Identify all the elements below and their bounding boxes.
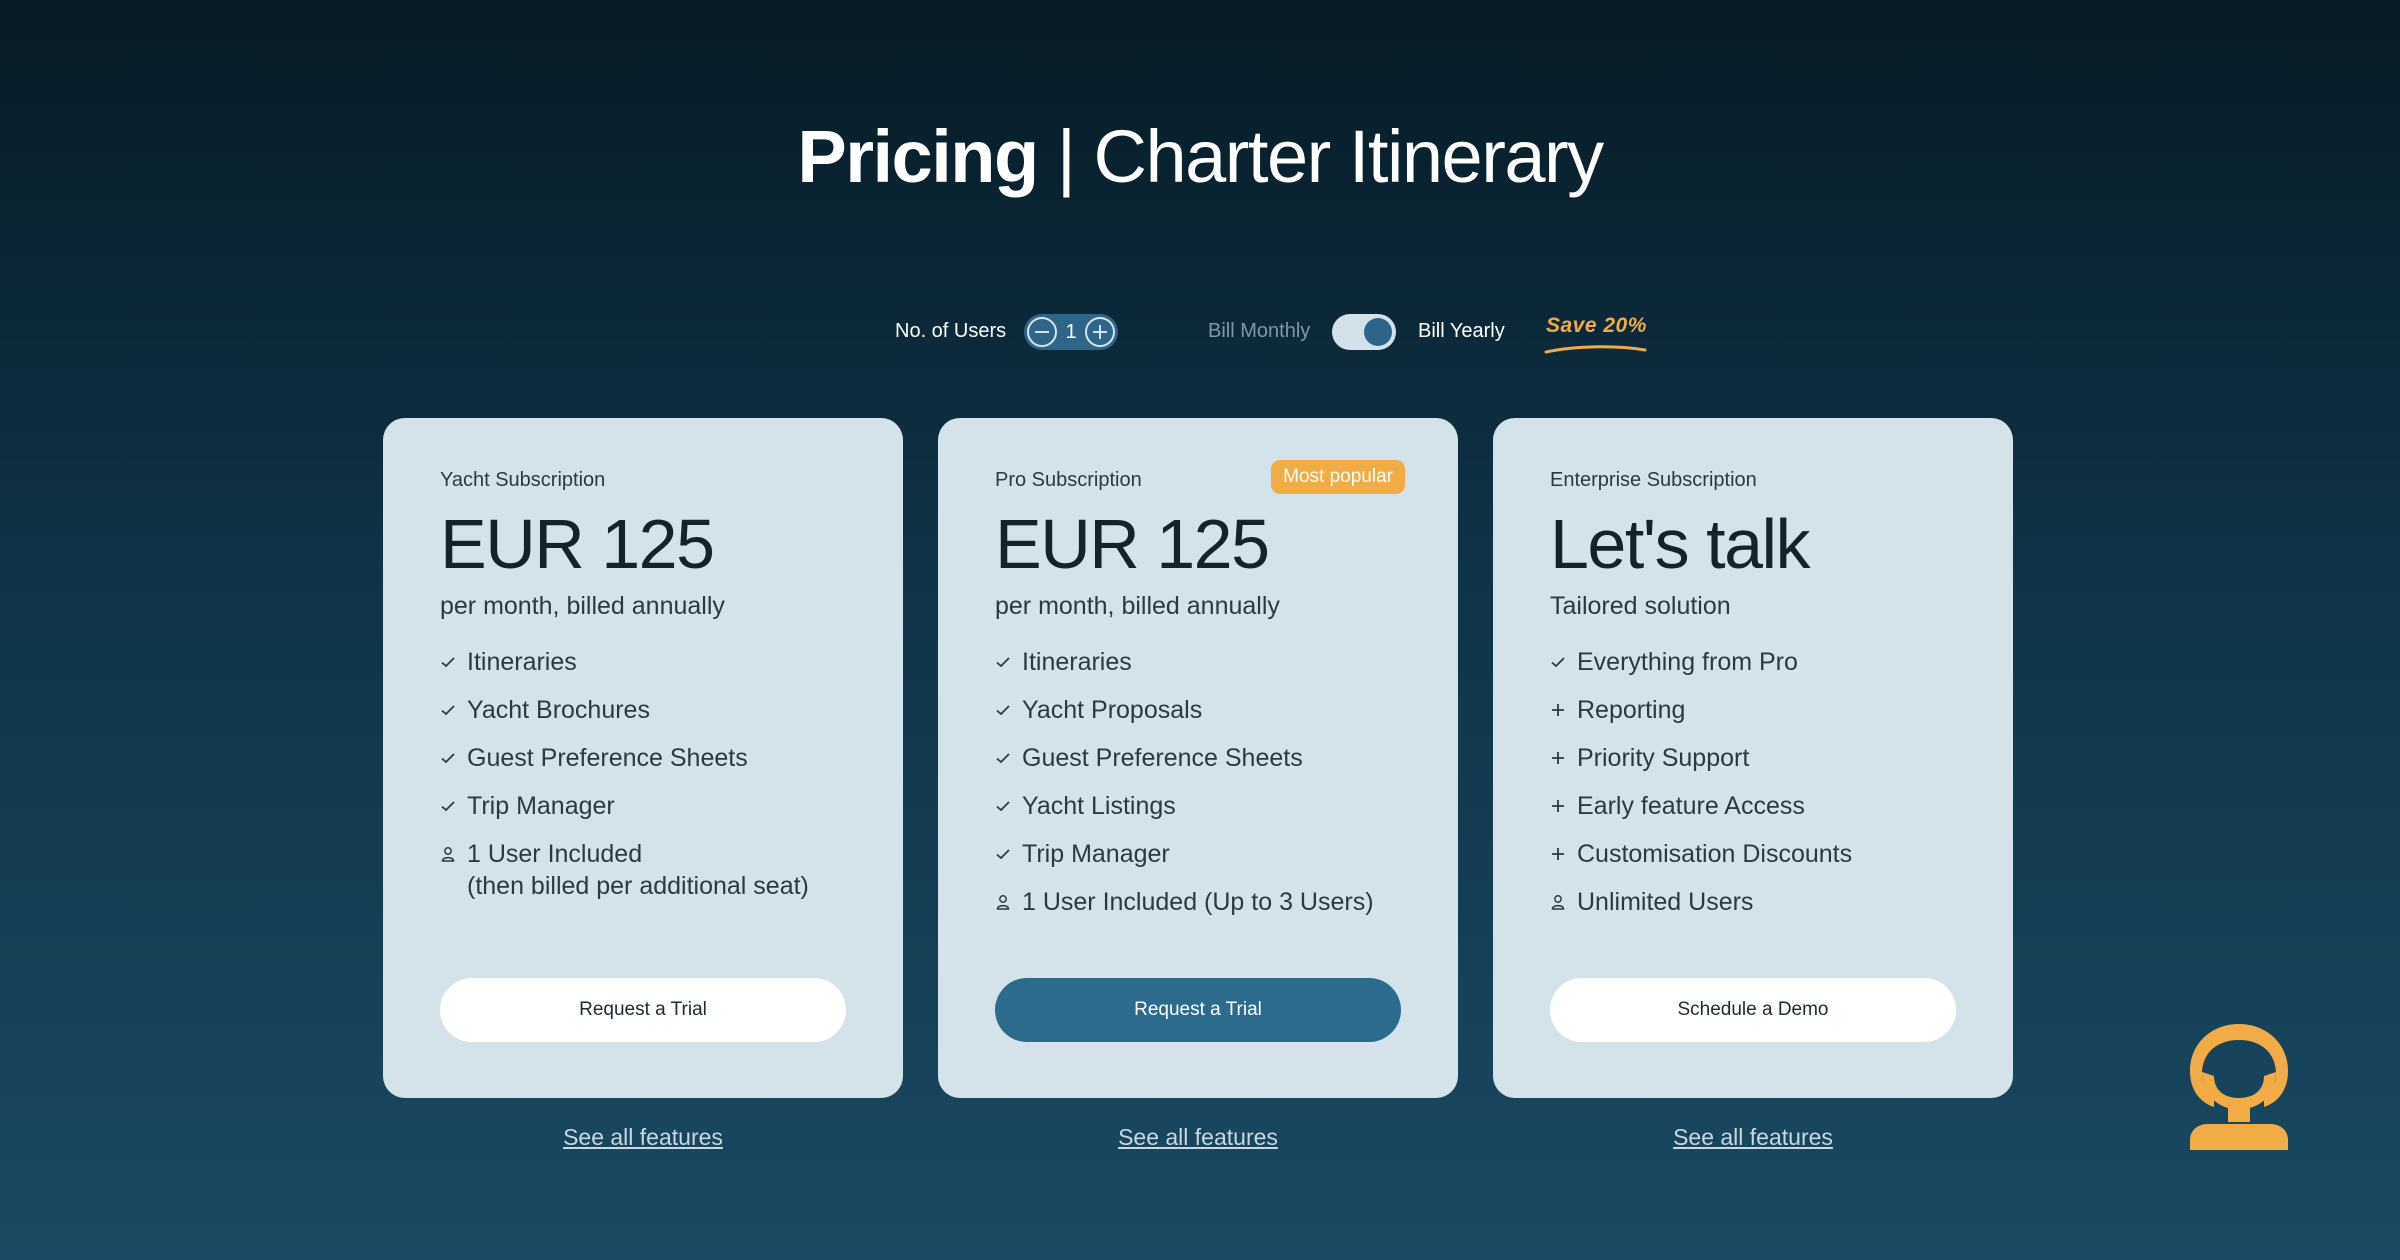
feature-text: Itineraries [1022, 648, 1132, 676]
check-icon [441, 705, 455, 716]
save-badge: Save 20% [1546, 314, 1647, 337]
plan-card-yacht: Yacht Subscription EUR 125 per month, bi… [383, 418, 903, 1098]
plus-icon [1552, 848, 1564, 860]
feature-item: Trip Manager [995, 838, 1405, 870]
check-icon [996, 849, 1010, 860]
feature-item: 1 User Included (Up to 3 Users) [995, 886, 1405, 918]
plan-card-pro: Pro Subscription Most popular EUR 125 pe… [938, 418, 1458, 1098]
feature-subtext: (then billed per additional seat) [467, 872, 809, 900]
page-title-rest: | Charter Itinerary [1037, 115, 1604, 198]
plus-icon[interactable] [1085, 317, 1115, 347]
bill-yearly-label[interactable]: Bill Yearly [1418, 320, 1505, 343]
check-icon [1551, 657, 1565, 668]
feature-item: Everything from Pro [1550, 646, 1960, 678]
plan-period: per month, billed annually [995, 592, 1280, 620]
pricing-controls: No. of Users 1 Bill Monthly Bill Yearly … [0, 312, 2400, 354]
feature-item: Reporting [1550, 694, 1960, 726]
feature-text: Guest Preference Sheets [1022, 744, 1303, 772]
users-stepper: 1 [1024, 314, 1118, 350]
feature-item: Yacht Listings [995, 790, 1405, 822]
feature-item: Customisation Discounts [1550, 838, 1960, 870]
schedule-demo-button[interactable]: Schedule a Demo [1550, 978, 1956, 1042]
plan-period: per month, billed annually [440, 592, 725, 620]
feature-text: Yacht Proposals [1022, 696, 1203, 724]
user-icon [441, 847, 455, 862]
feature-item: Guest Preference Sheets [440, 742, 850, 774]
plan-card-enterprise: Enterprise Subscription Let's talk Tailo… [1493, 418, 2013, 1098]
page-title: Pricing | Charter Itinerary [0, 120, 2400, 194]
feature-item: Itineraries [440, 646, 850, 678]
plan-price: EUR 125 [995, 505, 1270, 583]
feature-text: Yacht Brochures [467, 696, 650, 724]
billing-toggle[interactable] [1332, 314, 1396, 350]
feature-item: Guest Preference Sheets [995, 742, 1405, 774]
feature-list: Everything from Pro Reporting Priority S… [1550, 646, 1960, 918]
feature-text: Trip Manager [467, 792, 615, 820]
user-icon [1551, 895, 1565, 910]
feature-text: Yacht Listings [1022, 792, 1176, 820]
brand-logo-icon [2190, 1024, 2288, 1150]
feature-item: Yacht Brochures [440, 694, 850, 726]
save-underline-icon [1544, 345, 1647, 354]
request-trial-button[interactable]: Request a Trial [440, 978, 846, 1042]
check-icon [996, 753, 1010, 764]
check-icon [996, 657, 1010, 668]
feature-text: Itineraries [467, 648, 577, 676]
most-popular-badge: Most popular [1271, 460, 1405, 494]
plan-name: Yacht Subscription [440, 469, 606, 491]
feature-item: 1 User Included (then billed per addition… [440, 838, 850, 902]
feature-text: Guest Preference Sheets [467, 744, 748, 772]
feature-item: Priority Support [1550, 742, 1960, 774]
feature-text: 1 User Included [467, 840, 643, 868]
plan-price: EUR 125 [440, 505, 715, 583]
check-icon [441, 801, 455, 812]
feature-text: Customisation Discounts [1577, 840, 1853, 868]
plan-name: Enterprise Subscription [1550, 469, 1757, 491]
plus-icon [1552, 704, 1564, 716]
see-all-features-link[interactable]: See all features [938, 1124, 1458, 1151]
users-label: No. of Users [895, 320, 1007, 342]
check-icon [996, 801, 1010, 812]
page-title-bold: Pricing [797, 115, 1039, 198]
check-icon [996, 705, 1010, 716]
see-all-features-link[interactable]: See all features [1493, 1124, 2013, 1151]
check-icon [441, 657, 455, 668]
plus-icon [1552, 752, 1564, 764]
request-trial-button[interactable]: Request a Trial [995, 978, 1401, 1042]
toggle-knob [1364, 318, 1392, 346]
user-icon [996, 895, 1010, 910]
feature-text: Trip Manager [1022, 840, 1170, 868]
feature-text: 1 User Included (Up to 3 Users) [1022, 888, 1374, 916]
feature-text: Everything from Pro [1577, 648, 1798, 676]
see-all-features-link[interactable]: See all features [383, 1124, 903, 1151]
feature-item: Trip Manager [440, 790, 850, 822]
check-icon [441, 753, 455, 764]
plus-icon [1552, 800, 1564, 812]
feature-list: Itineraries Yacht Proposals Guest Prefer… [995, 646, 1405, 918]
feature-text: Priority Support [1577, 744, 1750, 772]
feature-text: Unlimited Users [1577, 888, 1754, 916]
feature-text: Early feature Access [1577, 792, 1805, 820]
plan-price: Let's talk [1550, 505, 1811, 583]
bill-monthly-label[interactable]: Bill Monthly [1208, 320, 1310, 343]
feature-text: Reporting [1577, 696, 1686, 724]
plan-period: Tailored solution [1550, 592, 1731, 620]
feature-item: Early feature Access [1550, 790, 1960, 822]
feature-item: Unlimited Users [1550, 886, 1960, 918]
feature-item: Yacht Proposals [995, 694, 1405, 726]
feature-list: Itineraries Yacht Brochures Guest Prefer… [440, 646, 850, 902]
feature-item: Itineraries [995, 646, 1405, 678]
